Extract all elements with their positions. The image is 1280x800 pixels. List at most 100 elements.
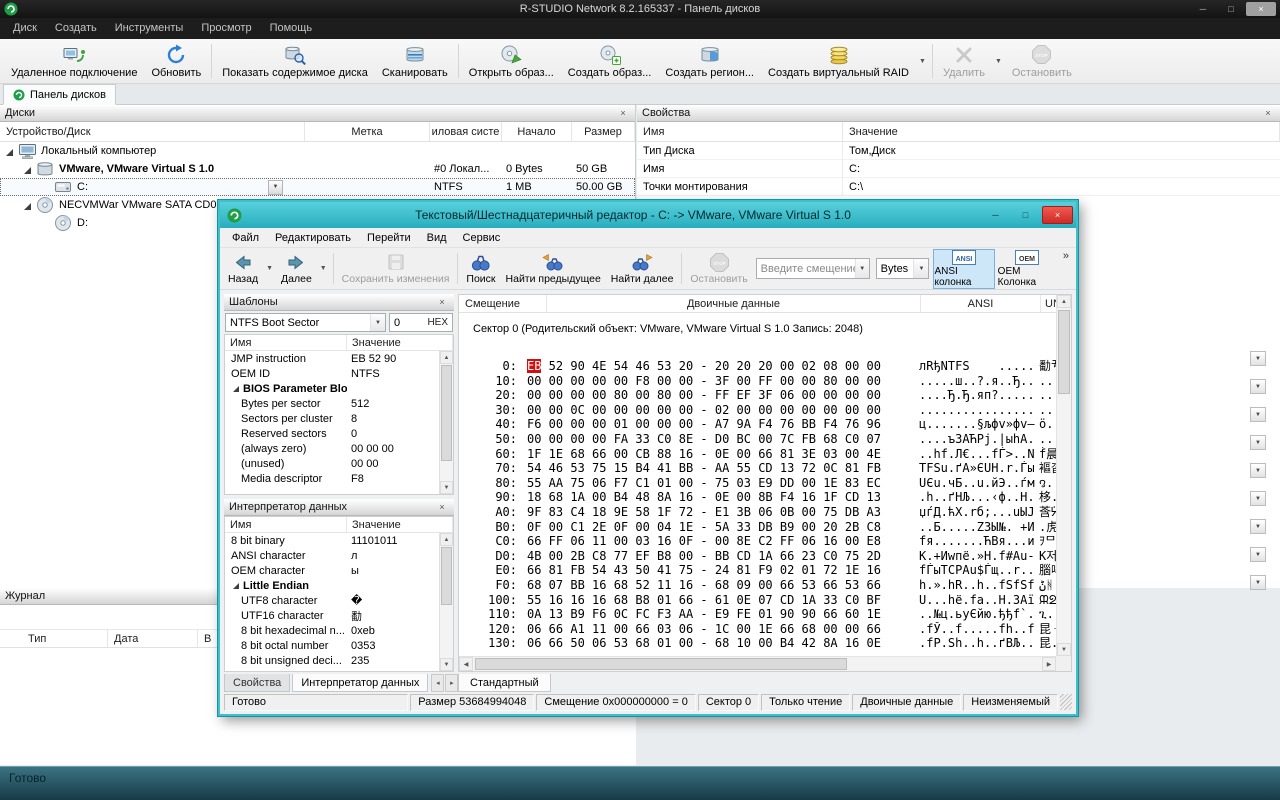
column-header-2[interactable]: ANSI: [921, 295, 1041, 312]
tab-scroll-right-icon[interactable]: ▸: [445, 674, 458, 692]
forward-button[interactable]: Далее: [276, 251, 317, 286]
editor-menu-item-3[interactable]: Вид: [419, 228, 455, 248]
property-dropdown-button[interactable]: ▼: [1250, 407, 1266, 422]
disk-tree-row[interactable]: Локальный компьютер: [0, 142, 635, 160]
hex-row[interactable]: 20:00 00 00 00 80 00 80 00 - FF EF 3F 06…: [459, 388, 1056, 403]
tab-scroll-left-icon[interactable]: ◂: [431, 674, 444, 692]
hex-row[interactable]: 10:00 00 00 00 00 F8 00 00 - 3F 00 FF 00…: [459, 374, 1056, 389]
column-header-0[interactable]: Имя: [637, 122, 843, 141]
hex-row[interactable]: 120:06 66 A1 11 00 66 03 06 - 1C 00 1E 6…: [459, 622, 1056, 637]
column-header-0[interactable]: Имя: [225, 335, 347, 350]
editor-titlebar[interactable]: Текстовый/Шестнадцатеричный редактор - C…: [220, 202, 1076, 228]
editor-menu-item-0[interactable]: Файл: [224, 228, 267, 248]
scroll-left-icon[interactable]: ◀: [459, 657, 473, 671]
disk-tree-row[interactable]: VMware, VMware Virtual S 1.0#0 Локал...0…: [0, 160, 635, 178]
oem-column-button[interactable]: OEM ОЕМ Колонка: [997, 249, 1058, 289]
property-dropdown-button[interactable]: ▼: [1250, 435, 1266, 450]
field-row[interactable]: UTF8 character�: [225, 593, 439, 608]
template-offset-field[interactable]: 0 HEX: [389, 313, 453, 332]
property-dropdown-button[interactable]: ▼: [1250, 575, 1266, 590]
hex-vertical-scrollbar[interactable]: ▲ ▼: [1056, 295, 1071, 656]
property-dropdown-button[interactable]: ▼: [1250, 351, 1266, 366]
field-row[interactable]: (unused)00 00: [225, 456, 439, 471]
close-icon[interactable]: ×: [616, 108, 630, 118]
hex-row[interactable]: 50:00 00 00 00 FA 33 C0 8E - D0 BC 00 7C…: [459, 432, 1056, 447]
create-image-button[interactable]: Создать образ...: [561, 41, 659, 81]
stop-editor-button[interactable]: STOPОстановить: [685, 251, 752, 286]
field-row[interactable]: Bytes per sector512: [225, 396, 439, 411]
column-header-0[interactable]: Имя: [225, 517, 347, 532]
scroll-right-icon[interactable]: ▶: [1042, 657, 1056, 671]
property-dropdown-button[interactable]: ▼: [1250, 463, 1266, 478]
resize-grip[interactable]: [1060, 694, 1072, 710]
editor-menu-item-2[interactable]: Перейти: [359, 228, 419, 248]
main-menu-item-2[interactable]: Инструменты: [106, 18, 193, 39]
back-dropdown-icon[interactable]: ▼: [263, 265, 276, 272]
column-header-2[interactable]: иловая систе: [430, 122, 502, 141]
property-row[interactable]: ИмяC:: [637, 160, 1280, 178]
expander-icon[interactable]: [22, 200, 33, 211]
scan-button[interactable]: Сканировать: [375, 41, 455, 81]
hex-row[interactable]: 60:1F 1E 68 66 00 CB 88 16 - 0E 00 66 81…: [459, 447, 1056, 462]
field-row[interactable]: JMP instructionEB 52 90: [225, 351, 439, 366]
hex-row[interactable]: 90:18 68 1A 00 B4 48 8A 16 - 0E 00 8B F4…: [459, 490, 1056, 505]
scroll-down-icon[interactable]: ▼: [440, 481, 453, 494]
field-row[interactable]: (always zero)00 00 00: [225, 441, 439, 456]
editor-menu-item-4[interactable]: Сервис: [455, 228, 509, 248]
find-prev-button[interactable]: Найти предыдущее: [501, 251, 606, 286]
column-header-1[interactable]: Значение: [843, 122, 1280, 141]
hex-row[interactable]: 110:0A 13 B9 F6 0C FC F3 AA - E9 FE 01 9…: [459, 607, 1056, 622]
hex-row[interactable]: 40:F6 00 00 00 01 00 00 00 - A7 9A F4 76…: [459, 417, 1056, 432]
hex-row[interactable]: B0:0F 00 C1 2E 0F 00 04 1E - 5A 33 DB B9…: [459, 520, 1056, 535]
field-row[interactable]: Little Endian: [225, 578, 439, 593]
field-row[interactable]: Sectors per cluster8: [225, 411, 439, 426]
field-row[interactable]: Media descriptorF8: [225, 471, 439, 486]
minimize-icon[interactable]: ─: [982, 206, 1009, 224]
field-row[interactable]: 8 bit binary11101011: [225, 533, 439, 548]
value-dropdown-button[interactable]: ▼: [268, 180, 283, 195]
main-menu-item-3[interactable]: Просмотр: [192, 18, 260, 39]
field-row[interactable]: 8 bit octal number0353: [225, 638, 439, 653]
scrollbar-thumb[interactable]: [475, 658, 847, 670]
hex-row[interactable]: E0:66 81 FB 54 43 50 41 75 - 24 81 F9 02…: [459, 563, 1056, 578]
column-header-0[interactable]: Устройство/Диск: [0, 122, 305, 141]
expander-icon[interactable]: [22, 164, 33, 175]
chevron-down-icon[interactable]: ▼: [855, 259, 869, 278]
property-dropdown-button[interactable]: ▼: [1250, 491, 1266, 506]
hex-row[interactable]: 0:EB 52 90 4E 54 46 53 20 - 20 20 20 00 …: [459, 359, 1056, 374]
column-header-3[interactable]: UN: [1041, 295, 1056, 312]
minimize-icon[interactable]: ─: [1190, 2, 1216, 16]
templates-scrollbar[interactable]: ▲ ▼: [439, 351, 453, 494]
maximize-icon[interactable]: □: [1012, 206, 1039, 224]
column-header-0[interactable]: Смещение: [459, 295, 547, 312]
sidebar-tab-0[interactable]: Свойства: [224, 674, 290, 692]
column-header-3[interactable]: Начало: [502, 122, 572, 141]
sidebar-tab-1[interactable]: Интерпретатор данных: [292, 674, 428, 692]
property-dropdown-button[interactable]: ▼: [1250, 379, 1266, 394]
template-select[interactable]: NTFS Boot Sector ▼: [225, 313, 386, 332]
delete-button[interactable]: Удалить: [936, 41, 992, 81]
save-button[interactable]: Сохранить изменения: [337, 251, 455, 286]
expander-icon[interactable]: [231, 384, 240, 393]
field-row[interactable]: OEM characterы: [225, 563, 439, 578]
close-icon[interactable]: ×: [1042, 206, 1073, 224]
hex-row[interactable]: A0:9F 83 C4 18 9E 58 1F 72 - E1 3B 06 0B…: [459, 505, 1056, 520]
scroll-up-icon[interactable]: ▲: [440, 351, 453, 364]
show-disk-content-button[interactable]: Показать содержимое диска: [215, 41, 375, 81]
offset-input[interactable]: Введите смещение ▼: [756, 258, 870, 279]
property-dropdown-button[interactable]: ▼: [1250, 519, 1266, 534]
field-row[interactable]: Reserved sectors0: [225, 426, 439, 441]
tab-disk-panel[interactable]: Панель дисков: [3, 84, 116, 105]
find-next-button[interactable]: Найти далее: [606, 251, 679, 286]
delete-dropdown-icon[interactable]: ▼: [992, 58, 1005, 65]
scrollbar-thumb[interactable]: [441, 365, 452, 461]
field-row[interactable]: BIOS Parameter Block: [225, 381, 439, 396]
interpreter-scrollbar[interactable]: ▲ ▼: [439, 533, 453, 671]
create-virtual-raid-dropdown-icon[interactable]: ▼: [916, 58, 929, 65]
column-header-0[interactable]: Тип: [0, 630, 108, 647]
view-tab-standard[interactable]: Стандартный: [458, 674, 551, 692]
scroll-down-icon[interactable]: ▼: [440, 658, 453, 671]
field-row[interactable]: OEM IDNTFS: [225, 366, 439, 381]
unit-select[interactable]: Bytes ▼: [876, 258, 930, 279]
column-header-1[interactable]: Двоичные данные: [547, 295, 921, 312]
